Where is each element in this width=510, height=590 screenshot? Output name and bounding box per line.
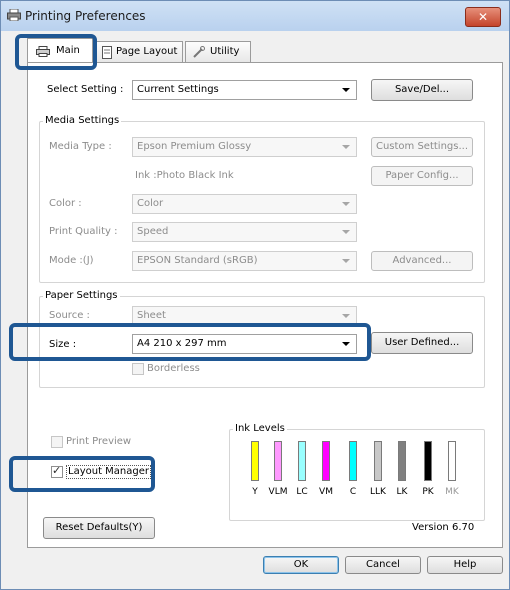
- chevron-down-icon: [342, 230, 350, 234]
- ink-label-vm: VM: [319, 487, 333, 497]
- paper-settings-title: Paper Settings: [43, 290, 120, 302]
- ink-levels-title: Ink Levels: [233, 423, 287, 435]
- main-tab-highlight: [15, 34, 97, 70]
- color-value: Color: [137, 198, 164, 209]
- paper-config-button[interactable]: Paper Config...: [371, 166, 473, 186]
- chevron-down-icon: [342, 314, 350, 318]
- cancel-button[interactable]: Cancel: [345, 556, 421, 574]
- page-icon: [102, 46, 112, 59]
- printer-icon: [7, 9, 21, 21]
- tab-utility[interactable]: Utility: [185, 41, 251, 62]
- advanced-button[interactable]: Advanced...: [371, 251, 473, 271]
- ink-label-pk: PK: [422, 487, 434, 497]
- ink-fill-vlm: [275, 442, 281, 480]
- ink-fill-lk: [399, 442, 405, 480]
- ink-bar-vlm: [274, 441, 282, 481]
- ink-label-lc: LC: [296, 487, 308, 497]
- ink-fill-vm: [323, 442, 329, 480]
- ok-button[interactable]: OK: [263, 556, 339, 574]
- save-del-button[interactable]: Save/Del...: [371, 79, 473, 101]
- ink-fill-llk: [375, 442, 381, 480]
- print-quality-label: Print Quality :: [49, 226, 118, 237]
- source-value: Sheet: [137, 310, 166, 321]
- ink-bar-mk: [448, 441, 456, 481]
- ink-bar-lk: [398, 441, 406, 481]
- select-setting-dropdown[interactable]: Current Settings: [132, 80, 357, 100]
- ink-bar-llk: [374, 441, 382, 481]
- window-title: Printing Preferences: [25, 9, 146, 23]
- version-text: Version 6.70: [412, 522, 475, 533]
- ink-levels-group: [229, 429, 485, 521]
- ink-bar-y: [251, 441, 259, 481]
- media-type-dropdown[interactable]: Epson Premium Glossy: [132, 137, 357, 157]
- custom-settings-button[interactable]: Custom Settings...: [371, 137, 473, 157]
- chevron-down-icon: [342, 145, 350, 149]
- mode-value: EPSON Standard (sRGB): [137, 255, 258, 266]
- ink-type-text: Ink :Photo Black Ink: [135, 170, 234, 181]
- select-setting-label: Select Setting :: [47, 84, 124, 95]
- mode-label: Mode :(J): [49, 255, 94, 266]
- ink-fill-y: [252, 442, 258, 480]
- ink-bar-c: [349, 441, 357, 481]
- title-bar: Printing Preferences ✕: [1, 1, 509, 31]
- tab-utility-label: Utility: [210, 46, 240, 57]
- media-type-label: Media Type :: [49, 141, 112, 152]
- color-dropdown[interactable]: Color: [132, 194, 357, 214]
- borderless-label: Borderless: [147, 363, 200, 374]
- ink-label-c: C: [349, 487, 357, 497]
- close-button[interactable]: ✕: [465, 7, 501, 27]
- chevron-down-icon: [342, 88, 350, 92]
- wrench-icon: [193, 46, 205, 58]
- ink-fill-pk: [425, 442, 431, 480]
- print-quality-dropdown[interactable]: Speed: [132, 222, 357, 242]
- ink-bar-pk: [424, 441, 432, 481]
- ink-label-mk: MK: [445, 487, 459, 497]
- ink-bar-lc: [298, 441, 306, 481]
- print-quality-value: Speed: [137, 226, 169, 237]
- media-settings-title: Media Settings: [43, 115, 122, 127]
- ink-fill-lc: [299, 442, 305, 480]
- print-preview-label: Print Preview: [66, 436, 132, 447]
- printing-preferences-window: Printing Preferences ✕ Main Page Layout …: [0, 0, 510, 590]
- help-button[interactable]: Help: [427, 556, 503, 574]
- ink-bar-vm: [322, 441, 330, 481]
- tab-page-layout-label: Page Layout: [116, 46, 178, 57]
- print-preview-checkbox[interactable]: [51, 436, 63, 448]
- borderless-checkbox[interactable]: [132, 363, 144, 375]
- ink-label-lk: LK: [396, 487, 408, 497]
- user-defined-button[interactable]: User Defined...: [371, 332, 473, 354]
- chevron-down-icon: [342, 259, 350, 263]
- ink-fill-c: [350, 442, 356, 480]
- source-label: Source :: [49, 310, 90, 321]
- tab-page-layout[interactable]: Page Layout: [95, 41, 183, 62]
- ink-label-vlm: VLM: [268, 487, 288, 497]
- layout-manager-highlight: [9, 456, 155, 492]
- mode-dropdown[interactable]: EPSON Standard (sRGB): [132, 251, 357, 271]
- color-label: Color :: [49, 198, 82, 209]
- reset-defaults-button[interactable]: Reset Defaults(Y): [43, 517, 155, 539]
- chevron-down-icon: [342, 202, 350, 206]
- select-setting-value: Current Settings: [137, 84, 219, 95]
- ink-label-llk: LLK: [370, 487, 386, 497]
- media-type-value: Epson Premium Glossy: [137, 141, 252, 152]
- ink-label-y: Y: [252, 487, 258, 497]
- size-highlight: [9, 323, 371, 361]
